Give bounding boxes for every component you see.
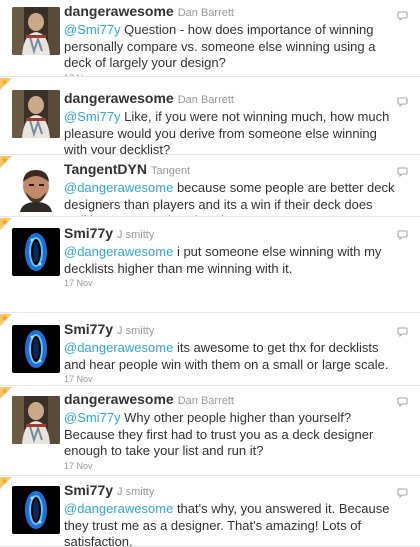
reply-icon[interactable] [397, 227, 408, 241]
favorite-star-icon[interactable] [0, 476, 12, 489]
tweet-item[interactable]: dangerawesome Dan Barrett @Smi77y Why othe… [0, 386, 420, 476]
avatar[interactable] [12, 7, 60, 55]
tweet-header: dangerawesome Dan Barrett [64, 3, 396, 22]
tweet-content: dangerawesome Dan Barrett @Smi77y Question… [64, 3, 396, 76]
timestamp-link[interactable]: 17 Nov [64, 460, 396, 472]
favorite-star-icon[interactable] [0, 217, 12, 230]
portal-avatar-icon [12, 486, 60, 534]
tweet-item[interactable]: dangerawesome Dan Barrett @Smi77y Question… [0, 0, 420, 77]
tweet-item[interactable]: Smi77y J smitty @dangerawesome i put someo… [0, 217, 420, 313]
tweet-item[interactable]: Smi77y J smitty @dangerawesome its awesome… [0, 313, 420, 386]
tweet-content: Smi77y J smitty @dangerawesome its awesome… [64, 321, 396, 385]
tweet-text: @dangerawesome because some people are b… [64, 180, 396, 216]
full-name: Tangent [150, 165, 191, 177]
tweet-header: Smi77y J smitty [64, 321, 396, 340]
tweet-content: dangerawesome Dan Barrett @Smi77y Why othe… [64, 391, 396, 472]
full-name: Dan Barrett [177, 7, 234, 19]
tweet-text: @Smi77y Question - how does importance o… [64, 22, 396, 72]
dan-barrett-avatar-icon [12, 7, 60, 55]
favorite-star-icon[interactable] [0, 313, 12, 326]
portal-avatar-icon [12, 228, 60, 276]
avatar[interactable] [12, 325, 60, 373]
mention-link[interactable]: @dangerawesome [64, 340, 173, 355]
tweet-header: TangentDYN Tangent [64, 161, 396, 180]
full-name: Dan Barrett [177, 395, 234, 407]
mention-link[interactable]: @Smi77y [64, 109, 121, 124]
full-name: J smitty [117, 325, 155, 337]
tweet-item[interactable]: dangerawesome Dan Barrett @Smi77y Like, if… [0, 77, 420, 155]
username-link[interactable]: Smi77y [64, 321, 113, 337]
username-link[interactable]: dangerawesome [64, 90, 174, 106]
favorite-star-icon[interactable] [0, 386, 12, 399]
tweet-text: @dangerawesome i put someone else winnin… [64, 244, 396, 277]
favorite-star-icon[interactable] [0, 77, 12, 90]
tweet-item[interactable]: TangentDYN Tangent @dangerawesome because … [0, 155, 420, 217]
favorite-star-icon[interactable] [0, 155, 12, 168]
tweet-header: Smi77y J smitty [64, 225, 396, 244]
full-name: Dan Barrett [177, 94, 234, 106]
tangent-avatar-icon [12, 164, 60, 212]
username-link[interactable]: TangentDYN [64, 161, 147, 177]
tweet-text: @Smi77y Why other people higher than you… [64, 410, 396, 460]
mention-link[interactable]: @Smi77y [64, 410, 121, 425]
reply-icon[interactable] [397, 485, 408, 499]
portal-avatar-icon [12, 325, 60, 373]
avatar[interactable] [12, 164, 60, 212]
dan-barrett-avatar-icon [12, 90, 60, 138]
avatar[interactable] [12, 396, 60, 444]
tweet-text: @dangerawesome its awesome to get thx fo… [64, 340, 396, 373]
avatar[interactable] [12, 228, 60, 276]
full-name: J smitty [117, 229, 155, 241]
reply-icon[interactable] [397, 324, 408, 338]
tweet-content: dangerawesome Dan Barrett @Smi77y Like, if… [64, 90, 396, 154]
tweet-text: @Smi77y Like, if you were not winning mu… [64, 109, 396, 154]
tweet-content: TangentDYN Tangent @dangerawesome because … [64, 161, 396, 216]
tweet-item[interactable]: Smi77y J smitty @dangerawesome that's why,… [0, 476, 420, 547]
username-link[interactable]: Smi77y [64, 225, 113, 241]
mention-link[interactable]: @Smi77y [64, 22, 121, 37]
reply-icon[interactable] [397, 94, 408, 108]
tweet-text: @dangerawesome that's why, you answered … [64, 501, 396, 546]
reply-icon[interactable] [397, 394, 408, 408]
username-link[interactable]: Smi77y [64, 482, 113, 498]
mention-link[interactable]: @dangerawesome [64, 180, 173, 195]
reply-icon[interactable] [397, 8, 408, 22]
avatar[interactable] [12, 486, 60, 534]
tweet-content: Smi77y J smitty @dangerawesome that's why,… [64, 482, 396, 546]
mention-link[interactable]: @dangerawesome [64, 244, 173, 259]
full-name: J smitty [117, 486, 155, 498]
tweet-header: dangerawesome Dan Barrett [64, 90, 396, 109]
tweet-header: dangerawesome Dan Barrett [64, 391, 396, 410]
username-link[interactable]: dangerawesome [64, 3, 174, 19]
reply-icon[interactable] [397, 164, 408, 178]
avatar[interactable] [12, 90, 60, 138]
username-link[interactable]: dangerawesome [64, 391, 174, 407]
dan-barrett-avatar-icon [12, 396, 60, 444]
tweet-header: Smi77y J smitty [64, 482, 396, 501]
timestamp-link[interactable]: 17 Nov [64, 373, 396, 385]
mention-link[interactable]: @dangerawesome [64, 501, 173, 516]
timestamp-link[interactable]: 17 Nov [64, 277, 396, 289]
tweet-content: Smi77y J smitty @dangerawesome i put someo… [64, 225, 396, 289]
